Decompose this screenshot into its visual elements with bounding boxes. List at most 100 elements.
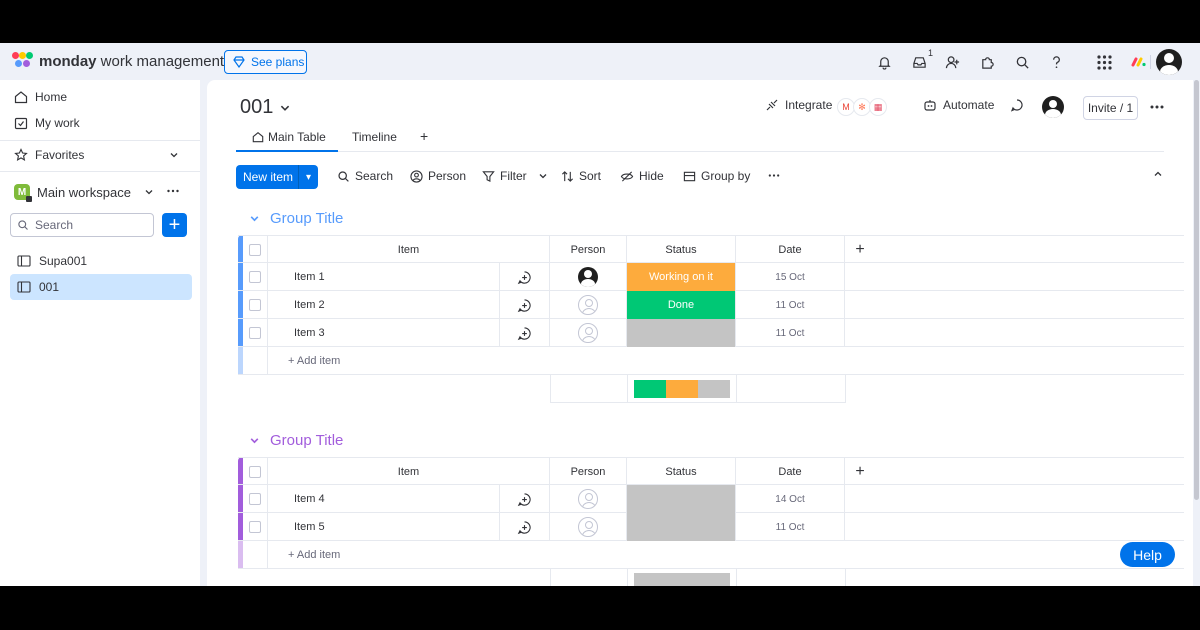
add-update-icon[interactable] [500, 513, 550, 541]
help-button[interactable]: Help [1120, 542, 1175, 567]
invite-user-icon[interactable] [944, 53, 962, 71]
person-cell[interactable] [550, 263, 627, 291]
add-column-button[interactable]: + [845, 236, 875, 264]
table-row[interactable]: Item 5 11 Oct [238, 513, 1184, 541]
board-title[interactable]: 001 [240, 96, 291, 119]
tab-timeline[interactable]: Timeline [352, 130, 397, 144]
status-cell[interactable]: Working on it [627, 263, 736, 291]
item-name[interactable]: Item 3 [268, 319, 500, 347]
home-icon [14, 91, 28, 104]
item-name[interactable]: Item 1 [268, 263, 500, 291]
add-item-input[interactable]: + Add item [268, 541, 568, 569]
column-header-person[interactable]: Person [550, 458, 627, 486]
row-checkbox[interactable] [243, 513, 268, 541]
toolbar-more-icon[interactable] [767, 169, 781, 182]
column-header-item[interactable]: Item [268, 236, 550, 264]
group-header[interactable]: Group Title [249, 210, 343, 227]
updates-chat-icon[interactable] [1010, 98, 1024, 112]
add-board-button[interactable]: + [162, 213, 187, 237]
sidebar-divider [0, 140, 200, 141]
add-view-button[interactable]: + [420, 128, 428, 144]
sidebar-item-home[interactable]: Home [14, 90, 67, 104]
sidebar-board-item[interactable]: Supa001 [10, 248, 192, 274]
apps-grid-icon[interactable] [1095, 53, 1113, 71]
monday-logo[interactable]: monday work management [12, 52, 224, 70]
toolbar-filter[interactable]: Filter [482, 169, 548, 183]
bell-icon[interactable] [875, 53, 893, 71]
person-cell[interactable] [550, 485, 627, 513]
row-checkbox[interactable] [243, 263, 268, 291]
add-update-icon[interactable] [500, 291, 550, 319]
see-plans-button[interactable]: See plans [224, 50, 307, 74]
add-item-input[interactable]: + Add item [268, 347, 568, 375]
date-cell[interactable]: 11 Oct [736, 319, 845, 347]
column-header-status[interactable]: Status [627, 236, 736, 264]
status-cell[interactable] [627, 319, 736, 347]
person-cell[interactable] [550, 319, 627, 347]
workspace-more-icon[interactable] [166, 184, 180, 198]
user-avatar[interactable] [1156, 49, 1182, 75]
status-summary-bar[interactable] [628, 569, 737, 586]
column-header-date[interactable]: Date [736, 236, 845, 264]
toolbar-sort[interactable]: Sort [561, 169, 601, 183]
date-cell[interactable]: 14 Oct [736, 485, 845, 513]
status-cell[interactable]: Done [627, 291, 736, 319]
toolbar-hide[interactable]: Hide [620, 169, 664, 183]
help-question-icon[interactable] [1047, 53, 1065, 71]
table-row[interactable]: Item 1 Working on it 15 Oct [238, 263, 1184, 291]
inbox-icon[interactable] [910, 53, 928, 71]
column-header-person[interactable]: Person [550, 236, 627, 264]
inbox-count: 1 [928, 48, 934, 58]
integrate-button[interactable]: Integrate [765, 98, 832, 112]
group-header[interactable]: Group Title [249, 432, 343, 449]
item-name[interactable]: Item 5 [268, 513, 500, 541]
date-cell[interactable]: 11 Oct [736, 513, 845, 541]
chevron-down-icon[interactable] [538, 171, 548, 181]
add-update-icon[interactable] [500, 263, 550, 291]
toolbar-group-by[interactable]: Group by [683, 169, 750, 183]
table-row[interactable]: Item 3 11 Oct [238, 319, 1184, 347]
sidebar-item-my-work[interactable]: My work [14, 116, 80, 130]
tab-main-table[interactable]: Main Table [252, 130, 326, 144]
automate-button[interactable]: Automate [923, 98, 994, 112]
table-row[interactable]: Item 2 Done 11 Oct [238, 291, 1184, 319]
search-icon[interactable] [1013, 53, 1031, 71]
sidebar-item-favorites[interactable]: Favorites [14, 148, 184, 162]
add-column-button[interactable]: + [845, 458, 875, 486]
apps-puzzle-icon[interactable] [978, 53, 996, 71]
item-name[interactable]: Item 2 [268, 291, 500, 319]
board-more-icon[interactable] [1149, 100, 1165, 114]
column-header-item[interactable]: Item [268, 458, 550, 486]
toolbar-person-filter[interactable]: Person [410, 169, 466, 183]
collapse-toolbar-icon[interactable] [1153, 169, 1163, 179]
column-header-status[interactable]: Status [627, 458, 736, 486]
column-header-date[interactable]: Date [736, 458, 845, 486]
table-row[interactable]: Item 4 14 Oct [238, 485, 1184, 513]
row-checkbox[interactable] [243, 291, 268, 319]
status-summary-bar[interactable] [628, 375, 737, 403]
row-checkbox[interactable] [243, 485, 268, 513]
chevron-down-icon [250, 438, 259, 444]
toolbar-search[interactable]: Search [337, 169, 393, 183]
sidebar-board-item-active[interactable]: 001 [10, 274, 192, 300]
status-cell[interactable] [627, 485, 736, 513]
add-update-icon[interactable] [500, 319, 550, 347]
select-all-checkbox[interactable] [243, 458, 268, 486]
sidebar-search-input[interactable]: Search [10, 213, 154, 237]
item-name[interactable]: Item 4 [268, 485, 500, 513]
add-update-icon[interactable] [500, 485, 550, 513]
workspace-selector[interactable]: M Main workspace [14, 184, 189, 202]
date-cell[interactable]: 11 Oct [736, 291, 845, 319]
invite-button[interactable]: Invite / 1 [1083, 96, 1138, 120]
left-sidebar: Home My work Favorites M Main workspace … [0, 80, 200, 586]
page-scrollbar[interactable] [1193, 80, 1200, 586]
person-cell[interactable] [550, 513, 627, 541]
new-item-dropdown-icon[interactable]: ▾ [298, 165, 318, 189]
date-cell[interactable]: 15 Oct [736, 263, 845, 291]
status-cell[interactable] [627, 513, 736, 541]
board-owner-avatar[interactable] [1042, 96, 1064, 118]
new-item-button[interactable]: New item ▾ [236, 165, 318, 189]
row-checkbox[interactable] [243, 319, 268, 347]
select-all-checkbox[interactable] [243, 236, 268, 264]
person-cell[interactable] [550, 291, 627, 319]
